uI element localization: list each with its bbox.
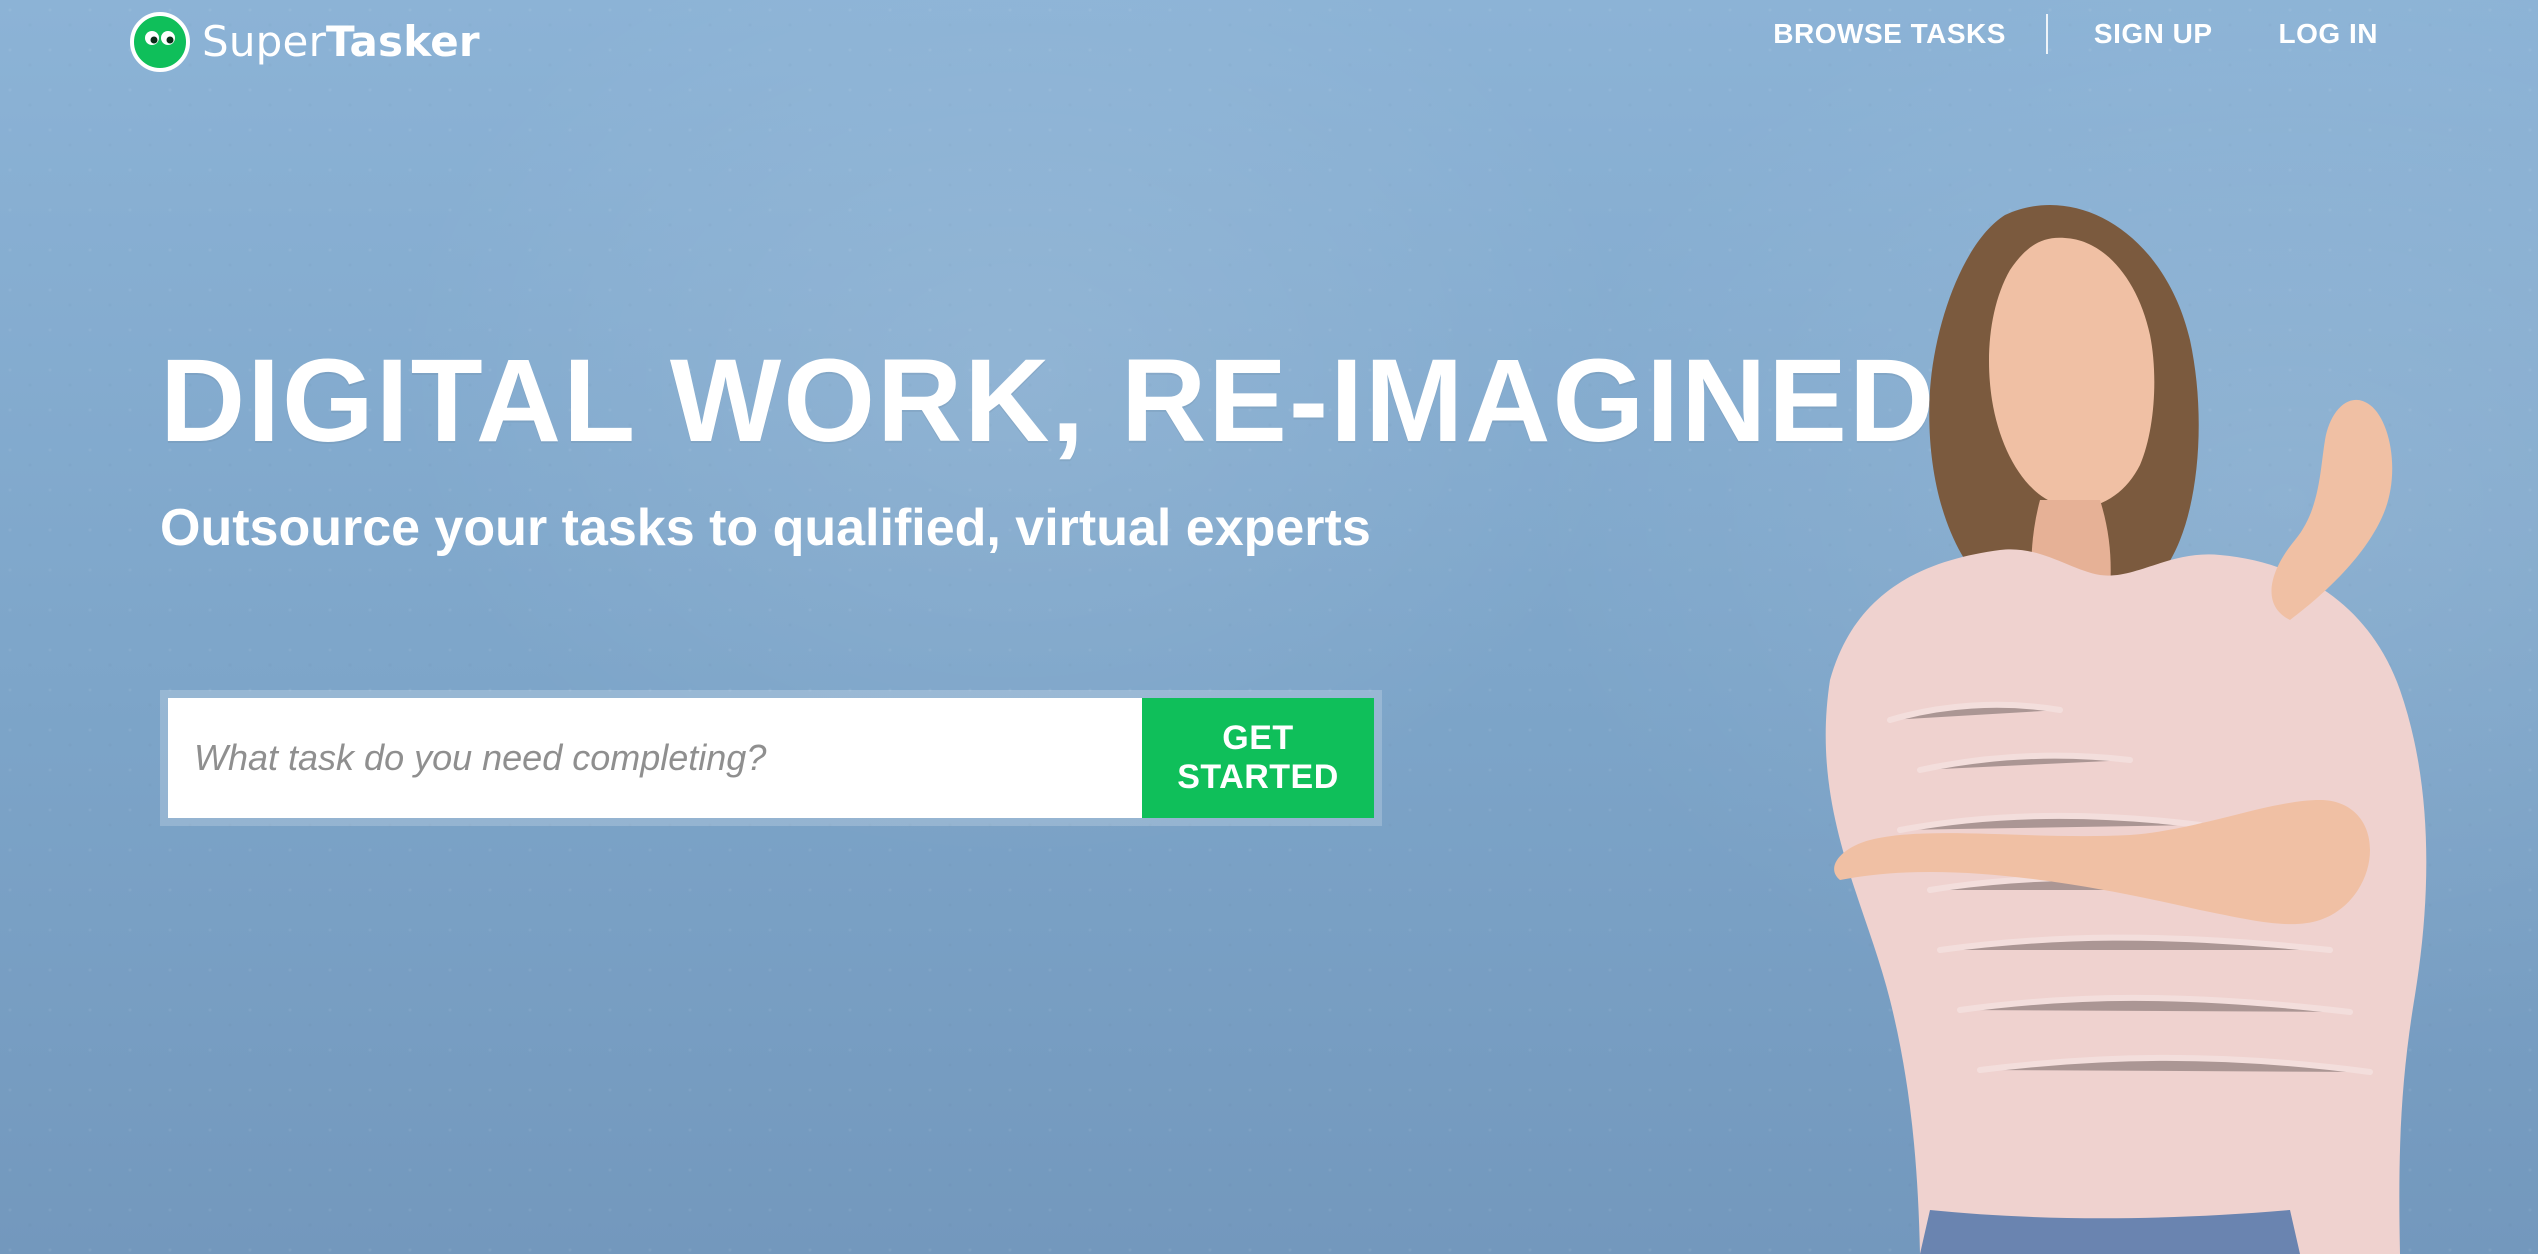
nav-divider [2045,14,2048,54]
top-navigation-bar: SuperTasker BROWSE TASKS SIGN UP LOG IN [0,0,2538,80]
nav-spacer [2213,34,2279,35]
nav-log-in-link[interactable]: LOG IN [2279,18,2378,50]
brand-logo-link[interactable]: SuperTasker [130,10,480,74]
hero-subheadline: Outsource your tasks to qualified, virtu… [160,499,1371,557]
task-search-input[interactable] [168,698,1142,818]
hero-headline: DIGITAL WORK, RE-IMAGINED [160,335,1937,467]
hero-texture [0,0,2538,1254]
nav-browse-tasks-link[interactable]: BROWSE TASKS [1773,18,2006,50]
task-search-form: GET STARTED [160,690,1382,826]
smiley-eyes-icon [130,12,190,72]
nav-sign-up-link[interactable]: SIGN UP [2094,18,2213,50]
brand-wordmark-light: Super [202,17,327,66]
brand-wordmark: SuperTasker [202,21,480,63]
primary-nav: BROWSE TASKS SIGN UP LOG IN [1773,14,2378,54]
brand-wordmark-bold: Tasker [326,17,480,66]
get-started-button[interactable]: GET STARTED [1142,698,1374,818]
